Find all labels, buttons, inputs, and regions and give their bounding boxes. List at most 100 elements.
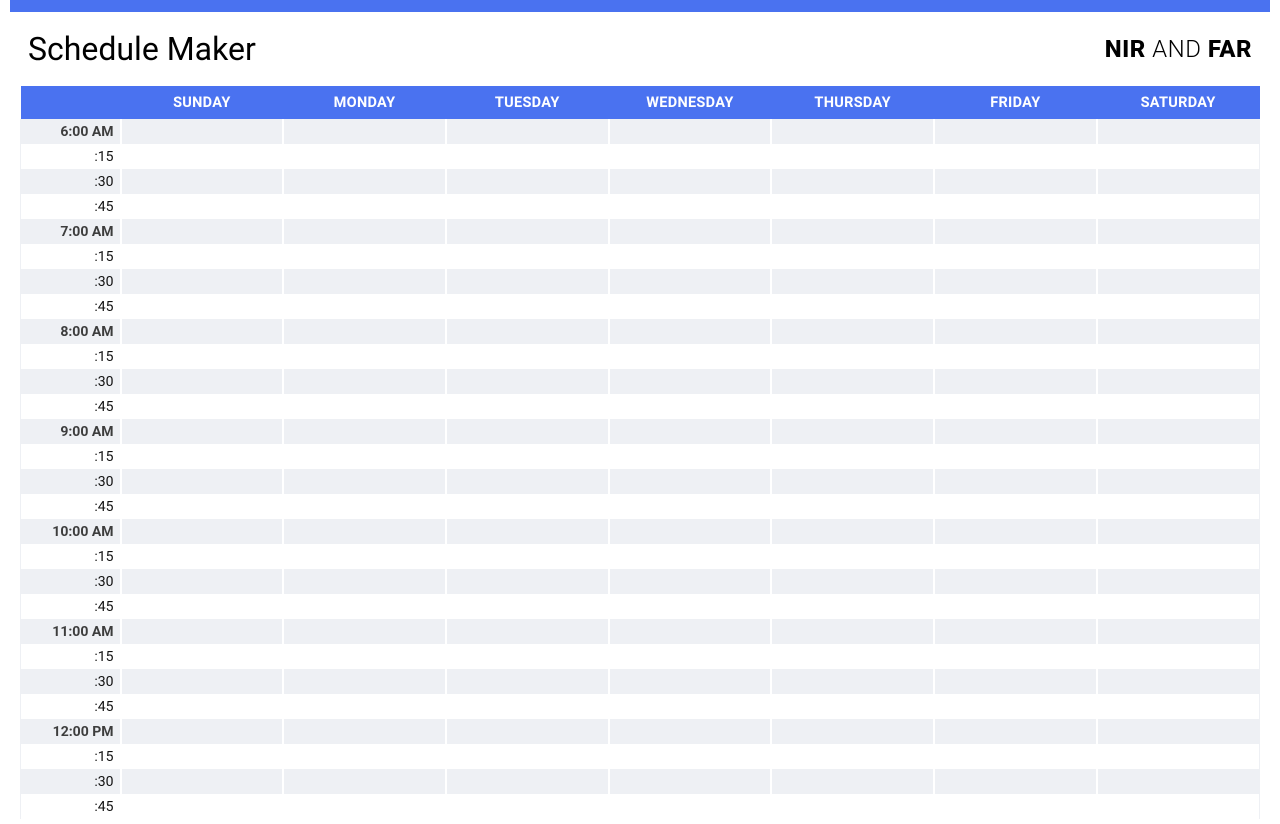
schedule-cell[interactable] [121, 444, 284, 469]
schedule-cell[interactable] [934, 544, 1097, 569]
schedule-cell[interactable] [283, 444, 446, 469]
schedule-cell[interactable] [446, 244, 609, 269]
schedule-cell[interactable] [934, 369, 1097, 394]
schedule-cell[interactable] [121, 569, 284, 594]
schedule-cell[interactable] [609, 169, 772, 194]
schedule-cell[interactable] [1097, 244, 1260, 269]
schedule-cell[interactable] [771, 594, 934, 619]
schedule-cell[interactable] [934, 769, 1097, 794]
schedule-cell[interactable] [446, 319, 609, 344]
schedule-cell[interactable] [771, 519, 934, 544]
schedule-cell[interactable] [283, 644, 446, 669]
schedule-cell[interactable] [609, 244, 772, 269]
schedule-cell[interactable] [934, 519, 1097, 544]
schedule-cell[interactable] [934, 694, 1097, 719]
schedule-cell[interactable] [446, 719, 609, 744]
schedule-cell[interactable] [121, 294, 284, 319]
schedule-cell[interactable] [609, 269, 772, 294]
schedule-cell[interactable] [121, 344, 284, 369]
schedule-cell[interactable] [446, 444, 609, 469]
schedule-cell[interactable] [934, 744, 1097, 769]
schedule-cell[interactable] [771, 194, 934, 219]
schedule-cell[interactable] [1097, 294, 1260, 319]
schedule-cell[interactable] [121, 594, 284, 619]
schedule-cell[interactable] [283, 294, 446, 319]
schedule-cell[interactable] [609, 694, 772, 719]
schedule-cell[interactable] [1097, 669, 1260, 694]
schedule-cell[interactable] [609, 544, 772, 569]
schedule-cell[interactable] [121, 119, 284, 144]
schedule-cell[interactable] [771, 144, 934, 169]
schedule-cell[interactable] [934, 319, 1097, 344]
schedule-cell[interactable] [446, 619, 609, 644]
schedule-cell[interactable] [609, 769, 772, 794]
schedule-cell[interactable] [1097, 594, 1260, 619]
schedule-cell[interactable] [609, 569, 772, 594]
schedule-cell[interactable] [1097, 469, 1260, 494]
schedule-cell[interactable] [283, 669, 446, 694]
schedule-cell[interactable] [609, 644, 772, 669]
schedule-cell[interactable] [446, 794, 609, 819]
schedule-cell[interactable] [283, 744, 446, 769]
schedule-cell[interactable] [1097, 419, 1260, 444]
schedule-cell[interactable] [446, 344, 609, 369]
schedule-cell[interactable] [609, 344, 772, 369]
schedule-cell[interactable] [771, 694, 934, 719]
schedule-cell[interactable] [934, 494, 1097, 519]
schedule-cell[interactable] [1097, 719, 1260, 744]
schedule-cell[interactable] [283, 469, 446, 494]
schedule-cell[interactable] [609, 294, 772, 319]
schedule-cell[interactable] [121, 144, 284, 169]
schedule-cell[interactable] [283, 144, 446, 169]
schedule-cell[interactable] [283, 369, 446, 394]
schedule-cell[interactable] [1097, 544, 1260, 569]
schedule-cell[interactable] [771, 419, 934, 444]
schedule-cell[interactable] [609, 194, 772, 219]
schedule-cell[interactable] [609, 394, 772, 419]
schedule-cell[interactable] [283, 569, 446, 594]
schedule-cell[interactable] [609, 219, 772, 244]
schedule-cell[interactable] [121, 319, 284, 344]
schedule-cell[interactable] [283, 769, 446, 794]
schedule-cell[interactable] [934, 194, 1097, 219]
schedule-cell[interactable] [446, 569, 609, 594]
schedule-cell[interactable] [283, 319, 446, 344]
schedule-cell[interactable] [771, 119, 934, 144]
schedule-cell[interactable] [609, 594, 772, 619]
schedule-cell[interactable] [934, 644, 1097, 669]
schedule-cell[interactable] [283, 194, 446, 219]
schedule-cell[interactable] [1097, 319, 1260, 344]
schedule-cell[interactable] [771, 269, 934, 294]
schedule-cell[interactable] [771, 394, 934, 419]
schedule-cell[interactable] [934, 419, 1097, 444]
schedule-cell[interactable] [121, 394, 284, 419]
schedule-cell[interactable] [934, 294, 1097, 319]
schedule-cell[interactable] [446, 594, 609, 619]
schedule-cell[interactable] [283, 419, 446, 444]
schedule-cell[interactable] [121, 794, 284, 819]
schedule-cell[interactable] [771, 369, 934, 394]
schedule-cell[interactable] [1097, 394, 1260, 419]
schedule-cell[interactable] [934, 669, 1097, 694]
schedule-cell[interactable] [121, 494, 284, 519]
schedule-cell[interactable] [283, 119, 446, 144]
schedule-cell[interactable] [771, 169, 934, 194]
schedule-cell[interactable] [934, 794, 1097, 819]
schedule-cell[interactable] [609, 619, 772, 644]
schedule-cell[interactable] [934, 469, 1097, 494]
schedule-cell[interactable] [446, 769, 609, 794]
schedule-cell[interactable] [283, 544, 446, 569]
schedule-cell[interactable] [283, 394, 446, 419]
schedule-cell[interactable] [609, 494, 772, 519]
schedule-cell[interactable] [771, 444, 934, 469]
schedule-cell[interactable] [121, 719, 284, 744]
schedule-cell[interactable] [609, 519, 772, 544]
schedule-cell[interactable] [934, 269, 1097, 294]
schedule-cell[interactable] [121, 269, 284, 294]
schedule-cell[interactable] [1097, 644, 1260, 669]
schedule-cell[interactable] [1097, 219, 1260, 244]
schedule-cell[interactable] [121, 744, 284, 769]
schedule-cell[interactable] [121, 669, 284, 694]
schedule-cell[interactable] [1097, 194, 1260, 219]
schedule-cell[interactable] [771, 619, 934, 644]
